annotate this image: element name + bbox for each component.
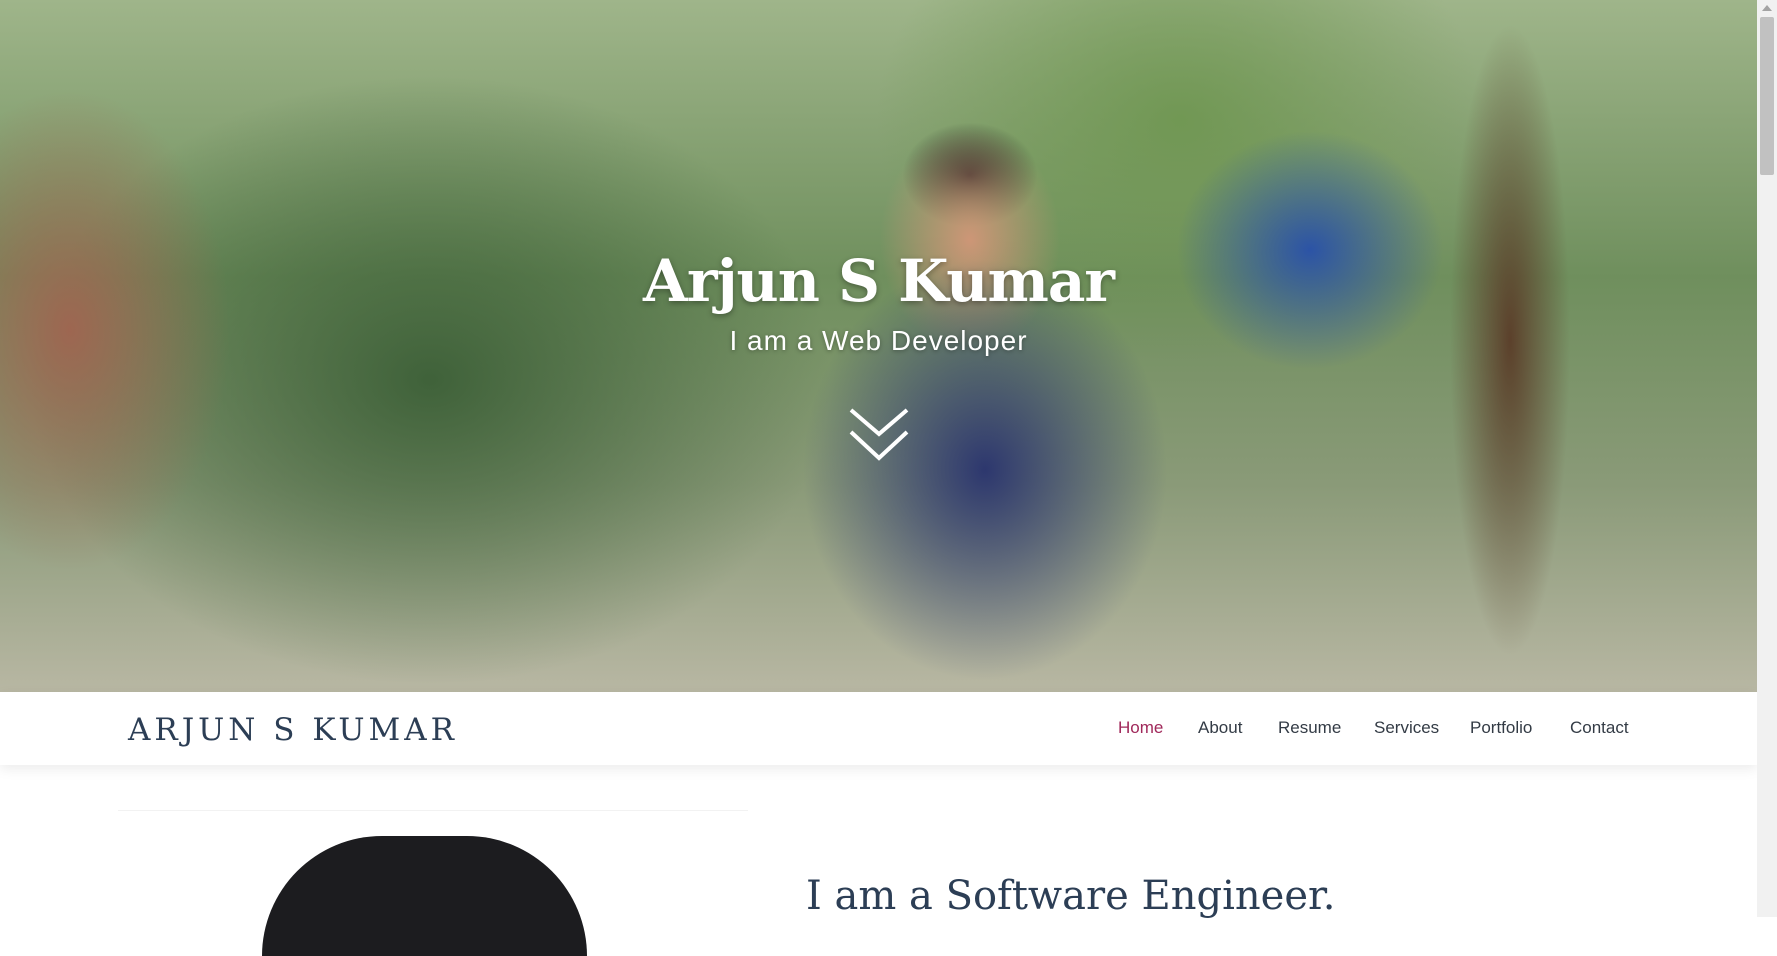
nav-portfolio[interactable]: Portfolio: [1470, 718, 1532, 738]
nav-resume[interactable]: Resume: [1278, 718, 1341, 738]
nav-contact[interactable]: Contact: [1570, 718, 1629, 738]
hero-title: Arjun S Kumar: [643, 247, 1115, 315]
brand-logo[interactable]: ARJUN S KUMAR: [128, 712, 458, 748]
scroll-up-arrow-icon[interactable]: [1762, 5, 1772, 11]
about-heading: I am a Software Engineer.: [806, 873, 1336, 919]
nav-services[interactable]: Services: [1374, 718, 1439, 738]
nav-about[interactable]: About: [1198, 718, 1242, 738]
hero-section: Arjun S Kumar I am a Web Developer: [0, 0, 1757, 692]
nav-home[interactable]: Home: [1118, 718, 1163, 738]
scrollbar-thumb[interactable]: [1760, 17, 1774, 175]
navbar: ARJUN S KUMAR Home About Resume Services…: [0, 692, 1757, 765]
hero-subtitle: I am a Web Developer: [729, 325, 1028, 356]
double-chevron-down-icon[interactable]: [848, 404, 910, 466]
scrollbar[interactable]: [1757, 0, 1777, 917]
